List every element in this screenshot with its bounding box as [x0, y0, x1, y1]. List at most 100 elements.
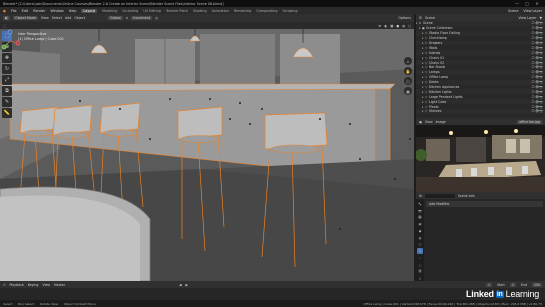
outliner-row[interactable]: ▸ ▽ Islands ☑ 👁 📷: [416, 50, 545, 56]
rotate-icon[interactable]: ↻: [2, 64, 12, 74]
scene-icon[interactable]: ◉: [417, 228, 423, 234]
outliner-row[interactable]: ▸ ▽ Shelves ☑ 👁 📷: [416, 109, 545, 114]
output-icon[interactable]: 🖨: [417, 215, 423, 221]
camera-icon[interactable]: 📷: [539, 65, 543, 69]
perspective-toggle-icon[interactable]: ▦: [404, 87, 412, 95]
outliner-row[interactable]: ▸ ▽ Lamps ☑ 👁 📷: [416, 69, 545, 75]
timeline-menu-keying[interactable]: Keying: [28, 283, 39, 287]
minimize-button[interactable]: —: [512, 1, 522, 6]
play-icon[interactable]: ▶: [186, 283, 188, 287]
outliner-row[interactable]: ▸ ▽ Walls ☑ 👁 📷: [416, 45, 545, 50]
current-frame-field[interactable]: 1: [485, 282, 493, 287]
camera-icon[interactable]: 📷: [539, 26, 543, 30]
image-menu-view[interactable]: View: [425, 120, 433, 124]
world-icon[interactable]: ◍: [417, 235, 423, 241]
timeline-editor-icon[interactable]: ⏱: [3, 283, 6, 287]
outliner-row[interactable]: ▸ ▽ Desks ☑ 👁 📷: [416, 79, 545, 85]
outliner-row[interactable]: ▸ ▽ Chairs 02 ☑ 👁 📷: [416, 60, 545, 66]
transform-orientation-selector[interactable]: Global: [108, 16, 123, 20]
camera-icon[interactable]: 📷: [539, 85, 543, 89]
timeline-menu-playback[interactable]: Playback: [10, 283, 24, 287]
image-name-field[interactable]: office bar.jpg: [517, 119, 542, 124]
workspace-tab-rendering[interactable]: Rendering: [234, 9, 251, 13]
scale-icon[interactable]: ⤢: [2, 75, 12, 85]
outliner-row[interactable]: ▸ ▽ Plants ☑ 👁 📷: [416, 104, 545, 109]
view-layer-icon[interactable]: ▤: [417, 221, 423, 227]
modifier-icon[interactable]: 🔧: [417, 248, 423, 254]
scene-selector[interactable]: Scene: [508, 9, 518, 13]
render-icon[interactable]: 📷: [417, 208, 423, 214]
view-layer-selector[interactable]: View Layer: [523, 9, 542, 13]
camera-icon[interactable]: 📷: [539, 21, 543, 25]
tool-icon[interactable]: 🔧: [417, 201, 423, 207]
outliner-row[interactable]: ▸ ▽ Kitchen Lights ☑ 👁 📷: [416, 89, 545, 95]
viewport-menu-object[interactable]: Object: [74, 16, 85, 20]
menu-render[interactable]: Render: [33, 9, 45, 13]
workspace-tab-modeling[interactable]: Modeling: [102, 9, 117, 13]
physics-icon[interactable]: ◌: [417, 262, 423, 268]
move-icon[interactable]: ✥: [2, 53, 12, 63]
pan-icon[interactable]: ✋: [404, 67, 412, 75]
filter-icon[interactable]: ▼: [539, 16, 542, 20]
measure-icon[interactable]: 📏: [2, 108, 12, 118]
shading-material-icon[interactable]: ◍: [402, 24, 405, 28]
workspace-tab-compositing[interactable]: Compositing: [256, 9, 277, 13]
menu-file[interactable]: File: [11, 9, 17, 13]
camera-icon[interactable]: 📷: [539, 109, 543, 113]
camera-icon[interactable]: 📷: [539, 46, 543, 50]
workspace-tab-animation[interactable]: Animation: [212, 9, 229, 13]
outliner-row[interactable]: ▸ S Scene ☑ 👁 📷: [416, 21, 545, 26]
camera-icon[interactable]: 📷: [539, 95, 543, 99]
menu-window[interactable]: Window: [50, 9, 63, 13]
workspace-tab-scripting[interactable]: Scripting: [283, 9, 298, 13]
constraints-icon[interactable]: ⛓: [417, 269, 423, 275]
camera-icon[interactable]: 📷: [539, 100, 543, 104]
camera-icon[interactable]: 📷: [539, 36, 543, 40]
camera-icon[interactable]: 📷: [539, 75, 543, 79]
3d-viewport[interactable]: User Perspective (1) Office Lamp | Cube.…: [0, 29, 414, 281]
transform-icon[interactable]: ⧉: [2, 86, 12, 96]
overlay-toggle-icon[interactable]: ◐: [384, 24, 387, 28]
options-menu[interactable]: Options: [398, 16, 411, 20]
camera-icon[interactable]: 📷: [539, 80, 543, 84]
menu-edit[interactable]: Edit: [22, 9, 29, 13]
outliner-row[interactable]: ▸ ▣ Scene Collection ☑ 👁 📷: [416, 26, 545, 31]
outliner-row[interactable]: ▸ ▽ Bar Stools ☑ 👁 📷: [416, 65, 545, 70]
maximize-button[interactable]: □: [522, 1, 532, 6]
properties-search-input[interactable]: [424, 193, 455, 198]
navigation-gizmo[interactable]: Z X Y: [0, 29, 20, 53]
start-frame-field[interactable]: 1: [509, 282, 516, 287]
outliner-row[interactable]: ▸ ▽ Office Lamp ☑ 👁 📷: [416, 75, 545, 80]
viewport-menu-add[interactable]: Add: [65, 16, 71, 20]
outliner-row[interactable]: ▸ ▽ Large Pendant Lights ☑ 👁 📷: [416, 94, 545, 99]
shading-rendered-icon[interactable]: ○: [408, 24, 411, 28]
blender-logo-icon[interactable]: ●: [3, 9, 6, 13]
outliner-row[interactable]: ▸ ▽ Checklamp ☑ 👁 📷: [416, 36, 545, 41]
properties-editor-icon[interactable]: ⚙: [419, 194, 422, 198]
camera-view-icon[interactable]: 🎥: [404, 77, 412, 85]
image-editor-icon[interactable]: ▣: [419, 120, 422, 124]
workspace-tab-layout[interactable]: Layout: [81, 8, 97, 13]
outliner-row[interactable]: ▸ ▽ Light Cube ☑ 👁 📷: [416, 99, 545, 105]
outliner-row[interactable]: ▸ ▽ Stadio Floor Ceiling ☑ 👁 📷: [416, 30, 545, 36]
select-mode-icon[interactable]: ⬚: [3, 24, 6, 28]
gizmo-toggle-icon[interactable]: ⊕: [379, 24, 382, 28]
zoom-icon[interactable]: ⌕: [404, 57, 412, 65]
outliner-row[interactable]: ▸ ▽ Chairs 01 ☑ 👁 📷: [416, 55, 545, 60]
outliner-row[interactable]: ▸ ▽ Kitchen Appliances ☑ 👁 📷: [416, 85, 545, 90]
menu-help[interactable]: Help: [69, 9, 77, 13]
camera-icon[interactable]: 📷: [539, 61, 543, 65]
outliner-row[interactable]: ▸ ▽ Drawers ☑ 👁 📷: [416, 40, 545, 46]
xray-toggle-icon[interactable]: ▦: [390, 24, 393, 28]
pivot-icon[interactable]: ⊙: [126, 16, 129, 20]
workspace-tab-texture-paint[interactable]: Texture Paint: [166, 9, 188, 13]
camera-icon[interactable]: 📷: [539, 90, 543, 94]
add-modifier-dropdown[interactable]: Add Modifier: [426, 201, 543, 207]
snap-selector[interactable]: Increment: [131, 16, 153, 20]
particles-icon[interactable]: ∴: [417, 255, 423, 261]
camera-icon[interactable]: 📷: [539, 56, 543, 60]
image-menu-image[interactable]: Image: [436, 120, 446, 124]
mode-selector[interactable]: Object Mode: [13, 16, 38, 20]
camera-icon[interactable]: 📷: [539, 31, 543, 35]
workspace-tab-uv-editing[interactable]: UV Editing: [143, 9, 161, 13]
